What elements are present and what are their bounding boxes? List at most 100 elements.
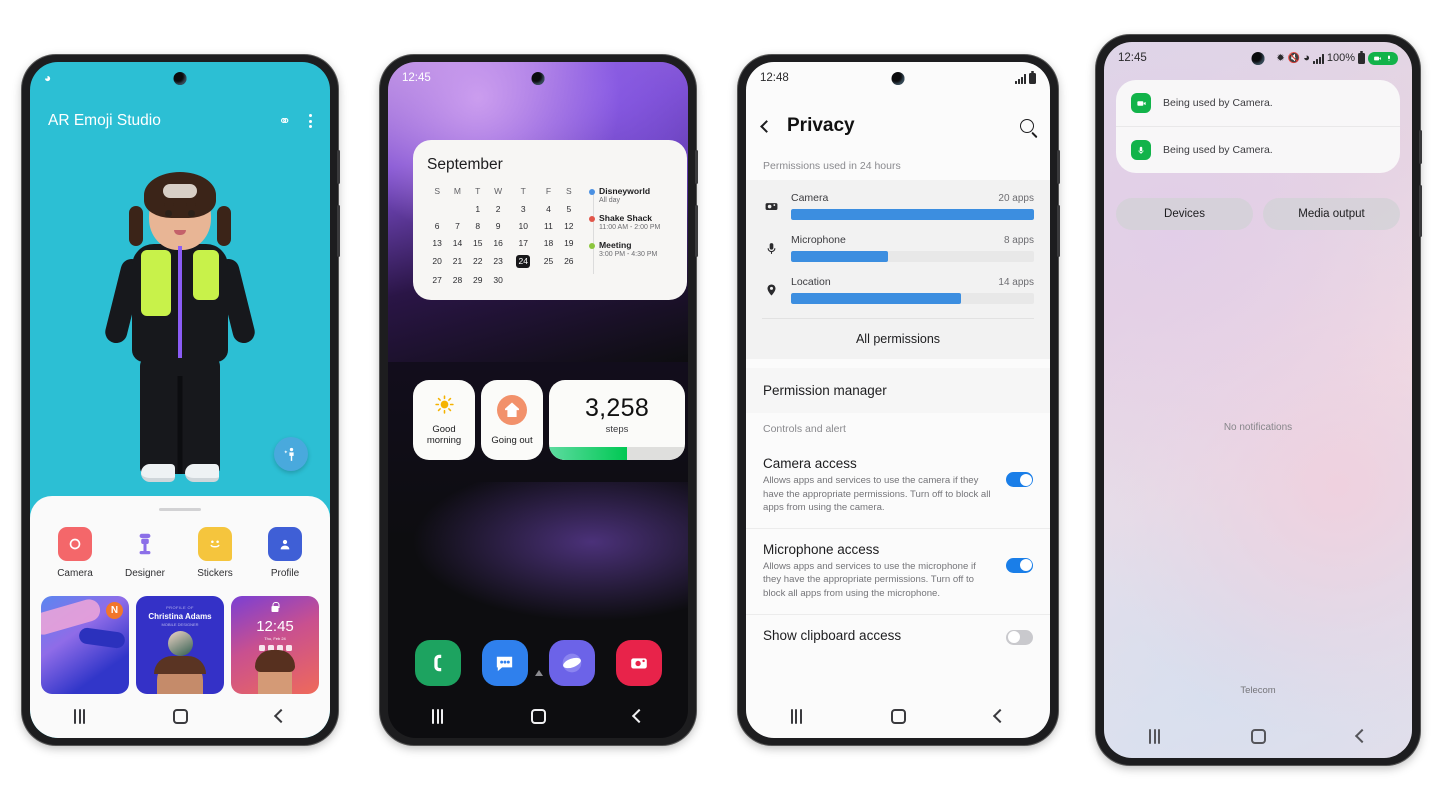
back-icon[interactable]: [1354, 728, 1369, 744]
calendar-day[interactable]: 17: [508, 235, 538, 252]
back-icon[interactable]: [760, 119, 773, 133]
setting-show-clipboard-access[interactable]: Show clipboard access: [746, 614, 1050, 659]
all-permissions-button[interactable]: All permissions: [762, 318, 1034, 359]
calendar-day[interactable]: 16: [488, 235, 508, 252]
calendar-day[interactable]: 9: [488, 218, 508, 235]
permission-usage-row[interactable]: Location 14 apps: [762, 276, 1034, 304]
app-shortcut-camera[interactable]: Camera: [47, 527, 103, 579]
calendar-day[interactable]: 14: [447, 235, 467, 252]
calendar-day[interactable]: 6: [427, 218, 447, 235]
calendar-day[interactable]: 20: [427, 251, 447, 271]
permission-usage-row[interactable]: Microphone 8 apps: [762, 234, 1034, 262]
list-item[interactable]: N: [41, 596, 129, 694]
app-shortcut-designer[interactable]: Designer: [117, 527, 173, 579]
calendar-day[interactable]: 30: [488, 271, 508, 288]
calendar-day[interactable]: 19: [559, 235, 579, 252]
calendar-day[interactable]: 28: [447, 271, 467, 288]
list-item[interactable]: PROFILE OF Christina Adams MOBILE DESIGN…: [136, 596, 224, 694]
calendar-day[interactable]: 13: [427, 235, 447, 252]
privacy-indicator[interactable]: [1368, 51, 1398, 65]
back-icon[interactable]: [631, 708, 647, 724]
bluetooth-icon: ✹: [1276, 52, 1285, 64]
sheet-drag-handle[interactable]: [159, 508, 201, 511]
calendar-day[interactable]: 26: [559, 251, 579, 271]
thumbnail-gallery: N PROFILE OF Christina Adams MOBILE DESI…: [30, 579, 330, 694]
more-options-icon[interactable]: [309, 114, 312, 128]
permission-usage-row[interactable]: Camera 20 apps: [762, 192, 1034, 220]
calendar-week: 12345: [427, 201, 579, 218]
calendar-day[interactable]: 7: [447, 218, 467, 235]
calendar-day[interactable]: 29: [468, 271, 488, 288]
calendar-day[interactable]: 23: [488, 251, 508, 271]
camera-icon: [762, 199, 780, 214]
microphone-access-toggle[interactable]: [1006, 557, 1033, 573]
dock-item-camera[interactable]: [615, 640, 662, 686]
steps-widget[interactable]: 3,258 steps: [549, 380, 685, 460]
calendar-day[interactable]: 1: [468, 201, 488, 218]
battery-icon: [1358, 50, 1365, 64]
routine-good-morning-widget[interactable]: Good morning: [413, 380, 475, 460]
dock-item-internet[interactable]: [548, 640, 595, 686]
location-pin-icon: [762, 282, 780, 298]
calendar-grid[interactable]: SMTWTFS 1 2 3 4 5 6 7 8 9 10 11 12 13 14 15 16 17 18 19 20 2…: [427, 186, 579, 288]
calendar-day[interactable]: 10: [508, 218, 538, 235]
media-output-button[interactable]: Media output: [1263, 198, 1400, 230]
wifi-icon: ◕: [44, 71, 52, 85]
list-item[interactable]: 12:45 Thu, Feb 24: [231, 596, 319, 694]
notification-microphone[interactable]: Being used by Camera.: [1116, 126, 1400, 173]
home-icon[interactable]: [1250, 728, 1266, 744]
create-emoji-icon[interactable]: [274, 437, 308, 471]
sun-icon: [434, 394, 455, 420]
calendar-event[interactable]: Meeting 3:00 PM - 4:30 PM: [589, 240, 673, 258]
dock-item-phone[interactable]: [414, 640, 461, 686]
calendar-day[interactable]: 22: [468, 251, 488, 271]
permission-manager-label: Permission manager: [763, 383, 887, 398]
app-shortcut-stickers[interactable]: Stickers: [187, 527, 243, 579]
calendar-day[interactable]: 24: [508, 251, 538, 271]
calendar-event[interactable]: Disneyworld All day: [589, 186, 673, 204]
calendar-day[interactable]: 11: [538, 218, 558, 235]
calendar-event[interactable]: Shake Shack 11:00 AM - 2:00 PM: [589, 213, 673, 231]
calendar-day[interactable]: 4: [538, 201, 558, 218]
screenshot-stage: ◕ AR Emoji Studio ⚭ Camera Designer Stic…: [0, 0, 1440, 810]
calendar-day: [559, 271, 579, 288]
home-icon[interactable]: [890, 708, 906, 724]
show-clipboard-access-toggle[interactable]: [1006, 629, 1033, 645]
devices-button[interactable]: Devices: [1116, 198, 1253, 230]
calendar-day[interactable]: 2: [488, 201, 508, 218]
app-shortcut-profile[interactable]: Profile: [257, 527, 313, 579]
camera-access-toggle[interactable]: [1006, 472, 1033, 487]
calendar-day[interactable]: 15: [468, 235, 488, 252]
navigation-bar: [388, 694, 688, 738]
calendar-day[interactable]: 3: [508, 201, 538, 218]
account-list-icon[interactable]: ⚭: [278, 112, 291, 130]
avatar-eyebrows: [164, 203, 196, 206]
recents-icon[interactable]: [432, 708, 443, 724]
permission-manager-item[interactable]: Permission manager: [746, 368, 1050, 413]
notification-camera[interactable]: Being used by Camera.: [1116, 80, 1400, 126]
calendar-day[interactable]: 25: [538, 251, 558, 271]
recents-icon[interactable]: [74, 708, 85, 724]
calendar-day[interactable]: 27: [427, 271, 447, 288]
permission-name: Microphone: [791, 234, 846, 246]
home-icon[interactable]: [173, 708, 188, 724]
calendar-day[interactable]: 12: [559, 218, 579, 235]
home-icon[interactable]: [531, 708, 546, 724]
calendar-widget[interactable]: September SMTWTFS 1 2 3 4 5 6 7 8 9 10 11 12 13 14 15 1…: [413, 140, 687, 300]
phone-privacy-settings: 12:48 Privacy Permissions used in 24 hou…: [738, 55, 1060, 745]
settings-scroll-area[interactable]: Permissions used in 24 hours Camera 20 a…: [746, 150, 1050, 694]
back-icon[interactable]: [993, 708, 1008, 724]
recents-icon[interactable]: [790, 708, 802, 724]
event-color-dot: [589, 216, 595, 222]
calendar-day[interactable]: 8: [468, 218, 488, 235]
calendar-day[interactable]: 5: [559, 201, 579, 218]
dock-item-messages[interactable]: [481, 640, 528, 686]
search-icon[interactable]: [1020, 119, 1034, 133]
setting-camera-access[interactable]: Camera access Allows apps and services t…: [746, 443, 1050, 529]
recents-icon[interactable]: [1149, 728, 1161, 744]
routine-going-out-widget[interactable]: Going out: [481, 380, 543, 460]
back-icon[interactable]: [273, 708, 289, 724]
calendar-day[interactable]: 21: [447, 251, 467, 271]
calendar-day[interactable]: 18: [538, 235, 558, 252]
setting-microphone-access[interactable]: Microphone access Allows apps and servic…: [746, 528, 1050, 615]
